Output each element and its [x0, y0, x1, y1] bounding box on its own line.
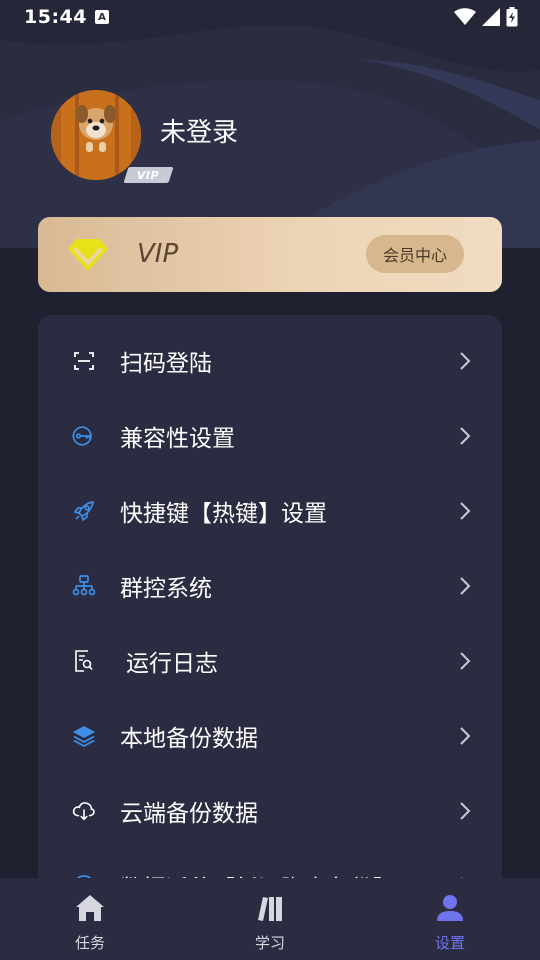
chevron-right-icon: [460, 426, 471, 445]
key-icon: [72, 424, 96, 448]
menu-item-label: 扫码登陆: [120, 350, 212, 377]
chevron-right-icon: [460, 801, 471, 820]
signal-icon: [482, 8, 500, 26]
menu-item-local-backup[interactable]: 本地备份数据: [38, 698, 502, 773]
status-time: 15:44: [24, 6, 87, 28]
vip-badge: VIP: [123, 167, 174, 183]
menu-item-cloud-backup[interactable]: 云端备份数据: [38, 773, 502, 848]
avatar[interactable]: [51, 90, 141, 180]
vip-card-label: VIP: [137, 239, 179, 269]
nav-tab-tasks[interactable]: 任务: [0, 878, 180, 960]
user-name[interactable]: 未登录: [160, 112, 238, 149]
layers-icon: [72, 724, 96, 748]
chevron-right-icon: [460, 351, 471, 370]
chevron-right-icon: [460, 651, 471, 670]
settings-menu: 扫码登陆 兼容性设置 快捷键【热键】设置 群控系统 运行日志 本地备份数据 云端…: [38, 315, 502, 915]
diamond-icon: [68, 239, 108, 271]
battery-charging-icon: [506, 7, 518, 27]
menu-item-label: 运行日志: [126, 650, 218, 677]
vip-badge-label: VIP: [137, 168, 160, 182]
menu-item-label: 兼容性设置: [120, 425, 235, 452]
nav-tab-learn[interactable]: 学习: [180, 878, 360, 960]
nav-tab-settings[interactable]: 设置: [360, 878, 540, 960]
nav-label: 学习: [254, 934, 285, 952]
menu-item-compatibility[interactable]: 兼容性设置: [38, 398, 502, 473]
nav-label: 任务: [74, 934, 105, 952]
hierarchy-icon: [72, 574, 96, 598]
member-center-button[interactable]: 会员中心: [366, 235, 464, 273]
cloud-download-icon: [72, 799, 96, 823]
user-icon: [434, 892, 466, 924]
menu-item-label: 群控系统: [120, 575, 212, 602]
log-search-icon: [72, 649, 96, 673]
chevron-right-icon: [460, 726, 471, 745]
scan-icon: [72, 349, 96, 373]
books-icon: [254, 892, 286, 924]
rocket-icon: [72, 499, 96, 523]
menu-item-label: 快捷键【热键】设置: [120, 500, 327, 527]
vip-card[interactable]: VIP 会员中心: [38, 217, 502, 292]
menu-item-scan-login[interactable]: 扫码登陆: [38, 323, 502, 398]
wifi-icon: [454, 8, 476, 25]
chevron-right-icon: [460, 501, 471, 520]
nav-label: 设置: [434, 934, 465, 952]
menu-item-group-control[interactable]: 群控系统: [38, 548, 502, 623]
menu-item-label: 本地备份数据: [120, 725, 258, 752]
bottom-nav: 任务 学习 设置: [0, 878, 540, 960]
menu-item-run-log[interactable]: 运行日志: [38, 623, 502, 698]
menu-item-label: 云端备份数据: [120, 800, 258, 827]
home-icon: [74, 892, 106, 924]
notification-icon: A: [94, 10, 109, 24]
chevron-right-icon: [460, 576, 471, 595]
status-bar: 15:44 A: [0, 0, 540, 34]
menu-item-hotkey[interactable]: 快捷键【热键】设置: [38, 473, 502, 548]
